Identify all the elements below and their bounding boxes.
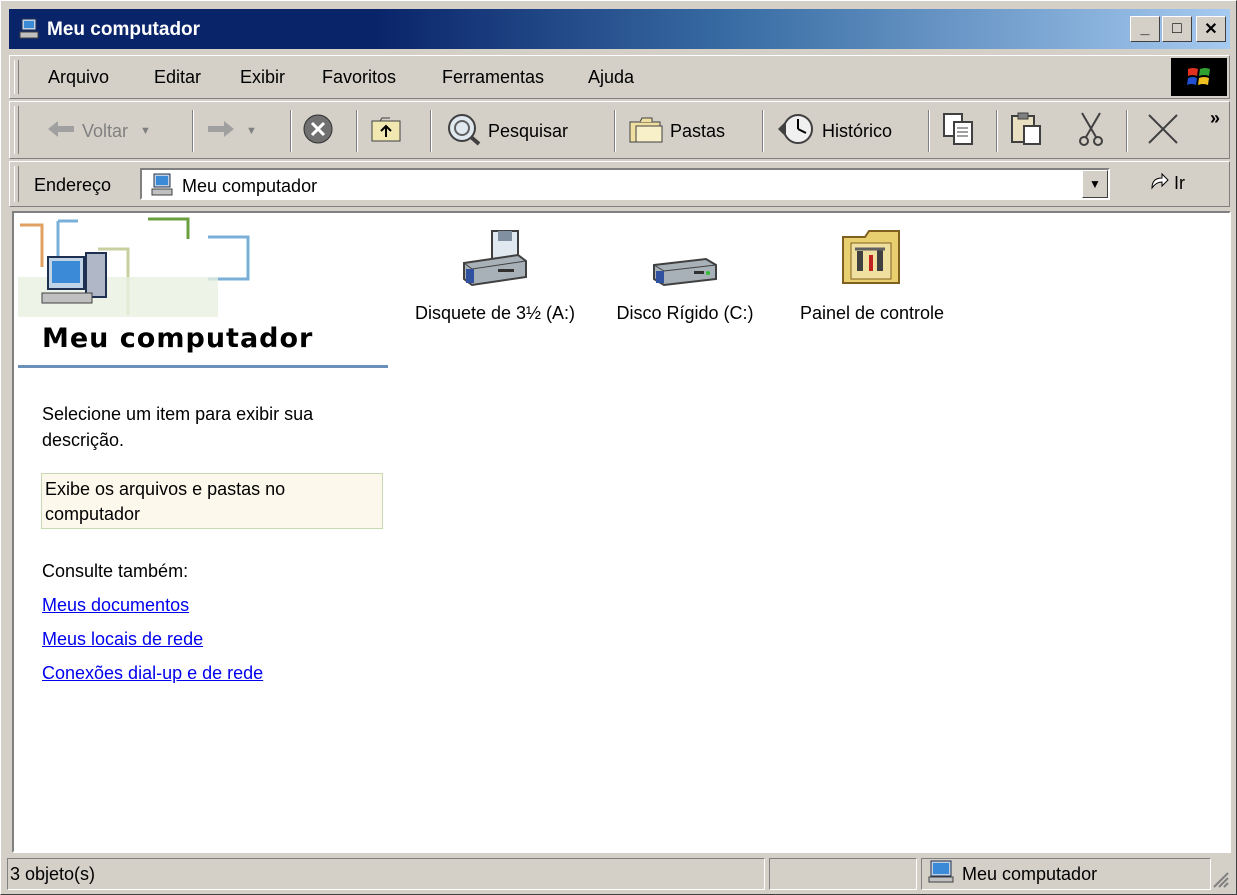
computer-icon bbox=[19, 18, 39, 46]
address-grip[interactable] bbox=[14, 166, 19, 202]
menu-arquivo[interactable]: Arquivo bbox=[48, 67, 109, 88]
item-control-panel[interactable]: Painel de controle bbox=[786, 227, 958, 324]
address-dropdown-button[interactable]: ▼ bbox=[1082, 170, 1108, 198]
toolbar-grip[interactable] bbox=[14, 106, 19, 154]
address-bar: Endereço Meu computador ▼ Ir bbox=[9, 161, 1230, 207]
content-pane: Meu computador Selecione um item para ex… bbox=[12, 211, 1231, 853]
address-value: Meu computador bbox=[182, 176, 318, 196]
back-label: Voltar bbox=[82, 120, 129, 141]
floppy-drive-icon bbox=[460, 230, 530, 293]
delete-button[interactable] bbox=[1146, 112, 1180, 150]
move-to-button[interactable] bbox=[1010, 112, 1042, 150]
forward-dropdown-icon[interactable]: ▼ bbox=[246, 125, 257, 137]
back-dropdown-icon[interactable]: ▼ bbox=[140, 125, 151, 137]
history-button[interactable]: Histórico bbox=[776, 112, 892, 150]
status-size-pane bbox=[769, 858, 917, 890]
web-view-banner bbox=[18, 217, 258, 322]
search-icon bbox=[446, 112, 482, 151]
item-label: Disco Rígido (C:) bbox=[616, 303, 754, 323]
menu-grip[interactable] bbox=[14, 60, 19, 94]
stop-icon bbox=[302, 113, 334, 150]
forward-button[interactable]: ▼ bbox=[206, 112, 257, 150]
explorer-window: Meu computador _ □ ✕ Arquivo Editar Exib… bbox=[0, 0, 1237, 895]
computer-icon bbox=[928, 860, 954, 889]
copy-icon bbox=[942, 112, 974, 151]
control-panel-icon bbox=[837, 230, 907, 293]
item-hard-drive[interactable]: Disco Rígido (C:) bbox=[600, 227, 770, 324]
panel-title: Meu computador bbox=[42, 323, 314, 354]
stop-button[interactable] bbox=[302, 112, 334, 150]
folders-button[interactable]: Pastas bbox=[628, 112, 725, 150]
link-my-network-places[interactable]: Meus locais de rede bbox=[42, 629, 203, 650]
computer-icon bbox=[150, 173, 174, 202]
panel-description: Selecione um item para exibir sua descri… bbox=[42, 404, 314, 450]
resize-grip[interactable] bbox=[1210, 869, 1230, 889]
menu-editar[interactable]: Editar bbox=[154, 67, 201, 88]
go-arrow-icon bbox=[1148, 170, 1170, 197]
history-label: Histórico bbox=[822, 120, 893, 141]
menu-ferramentas[interactable]: Ferramentas bbox=[442, 67, 544, 88]
forward-arrow-icon bbox=[206, 119, 236, 144]
link-my-documents[interactable]: Meus documentos bbox=[42, 595, 189, 616]
item-floppy-drive[interactable]: Disquete de 3½ (A:) bbox=[410, 227, 580, 324]
delete-x-icon bbox=[1146, 112, 1180, 151]
scissors-icon bbox=[1074, 111, 1108, 152]
close-button[interactable]: ✕ bbox=[1196, 16, 1226, 42]
search-label: Pesquisar bbox=[488, 120, 569, 141]
up-folder-button[interactable] bbox=[370, 112, 402, 150]
menu-favoritos[interactable]: Favoritos bbox=[322, 67, 396, 88]
address-input[interactable]: Meu computador ▼ bbox=[140, 168, 1110, 200]
window-title: Meu computador bbox=[47, 19, 201, 40]
item-label: Disquete de 3½ (A:) bbox=[414, 303, 576, 323]
go-button[interactable]: Ir bbox=[1148, 170, 1185, 197]
status-bar: 3 objeto(s) Meu computador bbox=[7, 858, 1232, 891]
link-dialup-connections[interactable]: Conexões dial-up e de rede bbox=[42, 663, 263, 684]
back-button[interactable]: Voltar ▼ bbox=[46, 112, 151, 150]
maximize-button[interactable]: □ bbox=[1162, 16, 1192, 42]
status-zone-pane: Meu computador bbox=[921, 858, 1211, 890]
hard-drive-icon bbox=[650, 257, 720, 293]
up-folder-icon bbox=[370, 115, 402, 148]
status-location: Meu computador bbox=[962, 863, 1098, 884]
item-label: Painel de controle bbox=[799, 303, 945, 323]
panel-divider bbox=[18, 365, 388, 368]
info-box: Exibe os arquivos e pastas no computador bbox=[41, 473, 383, 529]
back-arrow-icon bbox=[46, 119, 76, 144]
address-label: Endereço bbox=[34, 175, 112, 195]
see-also-label: Consulte também: bbox=[42, 561, 189, 581]
history-icon bbox=[776, 113, 816, 150]
status-object-count: 3 objeto(s) bbox=[7, 858, 765, 890]
go-label: Ir bbox=[1174, 173, 1185, 193]
toolbar-overflow-chevron[interactable]: » bbox=[1210, 108, 1220, 129]
menu-exibir[interactable]: Exibir bbox=[240, 67, 285, 88]
standard-toolbar: Voltar ▼ ▼ Pesquisar Pastas Histórico » bbox=[9, 101, 1230, 159]
clipboard-icon bbox=[1010, 112, 1042, 151]
search-button[interactable]: Pesquisar bbox=[446, 112, 568, 150]
folders-icon bbox=[628, 114, 664, 149]
windows-logo-icon bbox=[1171, 58, 1227, 96]
folders-label: Pastas bbox=[670, 120, 726, 141]
minimize-button[interactable]: _ bbox=[1130, 16, 1160, 42]
menu-ajuda[interactable]: Ajuda bbox=[588, 67, 634, 88]
menu-bar: Arquivo Editar Exibir Favoritos Ferramen… bbox=[9, 55, 1230, 99]
title-bar[interactable]: Meu computador _ □ ✕ bbox=[9, 9, 1230, 49]
cut-button[interactable] bbox=[1074, 111, 1108, 152]
copy-to-button[interactable] bbox=[942, 112, 974, 150]
